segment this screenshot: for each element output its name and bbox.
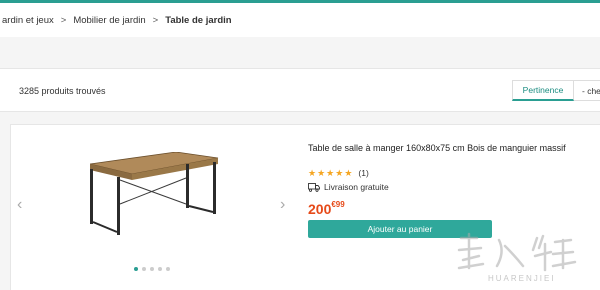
breadcrumb-current: Table de jardin	[165, 14, 232, 26]
breadcrumb-item-jardin-et-jeux[interactable]: ardin et jeux	[2, 15, 54, 26]
sort-tab-pertinence[interactable]: Pertinence	[512, 80, 574, 101]
rating-count[interactable]: (1)	[358, 168, 368, 178]
carousel-dot[interactable]	[158, 267, 162, 271]
breadcrumb-separator: >	[60, 14, 67, 26]
breadcrumb-separator: >	[152, 14, 159, 26]
carousel-prev-icon[interactable]: ‹	[17, 196, 22, 214]
carousel-dot[interactable]	[150, 267, 154, 271]
carousel-dot[interactable]	[166, 267, 170, 271]
star-icon: ★	[317, 167, 326, 178]
star-icon: ★	[308, 167, 317, 178]
star-icon: ★	[326, 167, 335, 178]
breadcrumb-item-mobilier-de-jardin[interactable]: Mobilier de jardin	[73, 15, 145, 26]
price-cents: €99	[331, 200, 345, 209]
star-icon: ★	[335, 167, 344, 178]
carousel-dots	[134, 267, 170, 271]
watermark-calligraphy-icon	[457, 232, 577, 272]
product-title[interactable]: Table de salle à manger 160x80x75 cm Boi…	[308, 143, 566, 153]
carousel-next-icon[interactable]: ›	[280, 196, 285, 214]
product-rating: ★ ★ ★ ★ ★ (1)	[308, 168, 369, 178]
product-image-table[interactable]	[90, 152, 220, 238]
price-main: 200	[308, 201, 332, 217]
results-bar: 3285 produits trouvés	[0, 68, 600, 112]
delivery-text: Livraison gratuite	[324, 182, 389, 192]
truck-icon	[308, 182, 320, 192]
star-icon: ★	[344, 167, 353, 178]
product-price: 200€99	[308, 200, 345, 217]
breadcrumb: ardin et jeux > Mobilier de jardin > Tab…	[0, 3, 600, 37]
results-count: 3285 produits trouvés	[19, 86, 106, 96]
carousel-dot-active[interactable]	[134, 267, 138, 271]
delivery-info: Livraison gratuite	[308, 182, 389, 192]
carousel-dot[interactable]	[142, 267, 146, 271]
sort-tab-other[interactable]: - che	[574, 80, 600, 101]
watermark-logo: HUARENJIEI	[455, 230, 595, 286]
watermark-text: HUARENJIEI	[488, 274, 556, 283]
